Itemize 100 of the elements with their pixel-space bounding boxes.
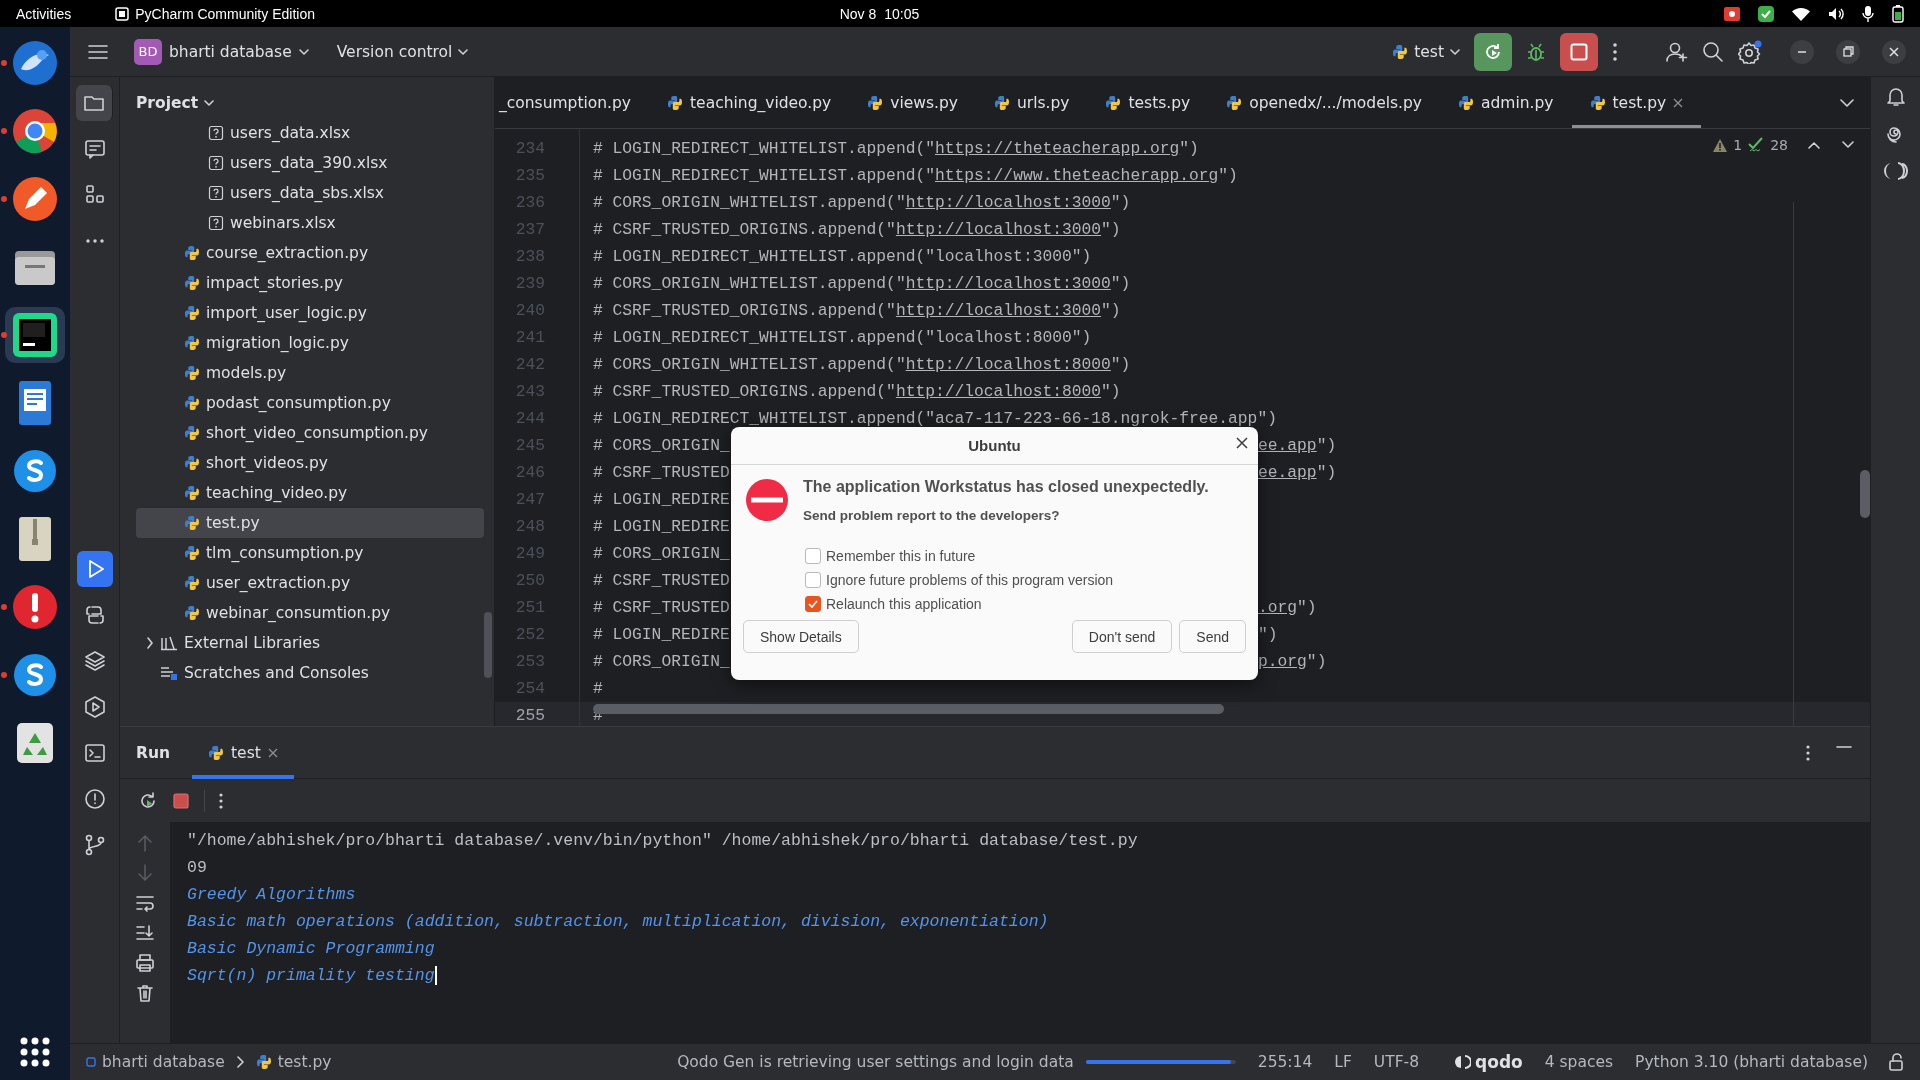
minimize-icon[interactable]: [1836, 744, 1852, 749]
tree-item[interactable]: test.py: [136, 508, 484, 538]
tree-item[interactable]: teaching_video.py: [136, 478, 484, 508]
breadcrumb-item[interactable]: test.py: [255, 1053, 332, 1071]
soft-wrap-icon[interactable]: [135, 894, 155, 912]
checkbox[interactable]: [805, 596, 821, 612]
checkbox[interactable]: [805, 548, 821, 564]
tree-item[interactable]: webinars.xlsx: [136, 208, 484, 238]
tree-item[interactable]: models.py: [136, 358, 484, 388]
settings-icon[interactable]: [1738, 39, 1762, 64]
code-link[interactable]: .org: [1258, 598, 1298, 617]
rerun-icon[interactable]: [138, 790, 158, 811]
tree-item[interactable]: impact_stories.py: [136, 268, 484, 298]
code-link[interactable]: ee.app: [1258, 463, 1317, 482]
pen-app-icon[interactable]: [11, 175, 59, 223]
code-link[interactable]: https://theteacherapp.org: [934, 139, 1180, 158]
code-link[interactable]: http://localhost:3000: [895, 301, 1102, 320]
dialog-button[interactable]: Show Details: [743, 620, 859, 653]
file-encoding[interactable]: UTF-8: [1373, 1053, 1420, 1071]
expand-chevron-icon[interactable]: [146, 637, 154, 649]
editor-tab[interactable]: test.py: [1571, 77, 1702, 128]
menu-icon[interactable]: [88, 43, 108, 60]
assistant-icon[interactable]: [1883, 161, 1908, 181]
weak-warning-count[interactable]: 28: [1770, 137, 1788, 153]
tree-item[interactable]: webinar_consumtion.py: [136, 598, 484, 628]
search-icon[interactable]: [1702, 40, 1724, 63]
tree-item[interactable]: Scratches and Consoles: [136, 658, 484, 688]
apps-grid-icon[interactable]: [19, 1036, 51, 1068]
checkbox-option[interactable]: Remember this in future: [805, 548, 1258, 564]
tree-item[interactable]: migration_logic.py: [136, 328, 484, 358]
lock-icon[interactable]: [1888, 1053, 1904, 1071]
editor-tab[interactable]: openedx/.../models.py: [1208, 77, 1440, 128]
mail-app-icon[interactable]: [11, 39, 59, 87]
code-link[interactable]: http://localhost:3000: [905, 193, 1111, 212]
editor-tab[interactable]: tests.py: [1087, 77, 1209, 128]
project-selector[interactable]: BD bharti database: [128, 34, 315, 69]
tree-item[interactable]: External Libraries: [136, 628, 484, 658]
scrollbar-thumb[interactable]: [593, 704, 1224, 714]
stop-icon[interactable]: [172, 791, 190, 810]
restore-icon[interactable]: [1836, 39, 1860, 64]
close-icon[interactable]: [1882, 39, 1906, 64]
app-menu-title[interactable]: PyCharm Community Edition: [135, 5, 315, 22]
browser-app-icon[interactable]: [11, 107, 59, 155]
tree-item[interactable]: short_videos.py: [136, 448, 484, 478]
scrollbar-thumb[interactable]: [484, 612, 492, 678]
code-link[interactable]: https://www.theteacherapp.org: [934, 166, 1219, 185]
dialog-button[interactable]: Send: [1179, 620, 1246, 653]
code-link[interactable]: p.org: [1258, 652, 1307, 671]
editor-tab[interactable]: urls.py: [975, 77, 1088, 128]
tree-item[interactable]: users_data.xlsx: [136, 118, 484, 148]
close-icon[interactable]: [1673, 97, 1684, 108]
checkbox-option[interactable]: Ignore future problems of this program version: [805, 572, 1258, 588]
tree-item[interactable]: users_data_390.xlsx: [136, 148, 484, 178]
editor-tab[interactable]: views.py: [849, 77, 976, 128]
scroll-to-end-icon[interactable]: [135, 924, 155, 942]
breadcrumb-item[interactable]: bharti database: [86, 1053, 225, 1071]
more-icon[interactable]: [1612, 42, 1618, 61]
tree-item[interactable]: import_user_logic.py: [136, 298, 484, 328]
clock-label[interactable]: 10:05: [884, 5, 920, 22]
chat-app-icon[interactable]: [11, 651, 59, 699]
trash-icon[interactable]: [136, 984, 154, 1002]
tree-item[interactable]: short_video_consumption.py: [136, 418, 484, 448]
checkbox[interactable]: [805, 572, 821, 588]
editor-tab[interactable]: _consumption.py: [495, 77, 650, 128]
plugin-name[interactable]: qodo: [1475, 1052, 1523, 1072]
code-link[interactable]: http://localhost:3000: [895, 220, 1102, 239]
tree-item[interactable]: tlm_consumption.py: [136, 538, 484, 568]
folder-tool-button[interactable]: [76, 85, 113, 121]
minimize-icon[interactable]: [1790, 39, 1814, 64]
alert-app-icon[interactable]: [11, 583, 59, 631]
close-icon[interactable]: [267, 747, 278, 758]
close-icon[interactable]: [1236, 437, 1248, 449]
panel-title[interactable]: Project: [136, 93, 199, 112]
add-user-icon[interactable]: [1666, 40, 1688, 63]
chat-app-icon[interactable]: [11, 447, 59, 495]
date-label[interactable]: Nov 8: [839, 5, 877, 22]
more-icon[interactable]: [219, 792, 223, 809]
debug-icon[interactable]: [1526, 41, 1546, 62]
scrollbar-thumb[interactable]: [1860, 470, 1870, 518]
code-link[interactable]: http://localhost:8000: [895, 382, 1102, 401]
run-tool-button[interactable]: [76, 551, 113, 587]
more-icon[interactable]: [1806, 744, 1810, 761]
indent-setting[interactable]: 4 spaces: [1544, 1053, 1614, 1071]
tree-item[interactable]: users_data_sbs.xlsx: [136, 178, 484, 208]
checkbox-option[interactable]: Relaunch this application: [805, 596, 1258, 612]
tree-item[interactable]: user_extraction.py: [136, 568, 484, 598]
line-ending[interactable]: LF: [1334, 1053, 1352, 1071]
print-icon[interactable]: [135, 954, 155, 972]
interpreter-label[interactable]: Python 3.10 (bharti database): [1635, 1053, 1868, 1071]
code-link[interactable]: http://localhost:3000: [905, 274, 1111, 293]
warning-count[interactable]: 1: [1733, 137, 1743, 153]
ide-app-icon[interactable]: [11, 311, 59, 359]
caret-position[interactable]: 255:14: [1257, 1053, 1313, 1071]
tree-item[interactable]: course_extraction.py: [136, 238, 484, 268]
editor-tab[interactable]: teaching_video.py: [649, 77, 850, 128]
tree-item[interactable]: podast_consumption.py: [136, 388, 484, 418]
activities-button[interactable]: Activities: [16, 5, 72, 22]
run-config-selector[interactable]: test: [1392, 42, 1460, 61]
run-tab[interactable]: test: [192, 726, 294, 779]
code-link[interactable]: http://localhost:8000: [905, 355, 1111, 374]
